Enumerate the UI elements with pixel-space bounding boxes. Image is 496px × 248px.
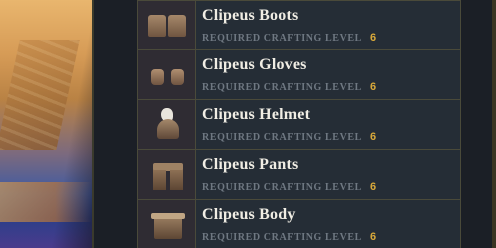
- required-level-row: REQUIRED CRAFTING LEVEL 6: [202, 32, 376, 44]
- item-name: Clipeus Pants: [202, 156, 299, 173]
- item-info: Clipeus Body REQUIRED CRAFTING LEVEL 6: [196, 200, 376, 248]
- recipe-item-clipeus-boots[interactable]: Clipeus Boots REQUIRED CRAFTING LEVEL 6: [137, 0, 461, 50]
- required-level-value: 6: [369, 181, 377, 193]
- panel-divider: [92, 0, 94, 248]
- item-name: Clipeus Body: [202, 206, 296, 223]
- recipe-item-clipeus-pants[interactable]: Clipeus Pants REQUIRED CRAFTING LEVEL 6: [137, 150, 461, 200]
- item-info: Clipeus Boots REQUIRED CRAFTING LEVEL 6: [196, 1, 376, 49]
- boots-icon: [145, 7, 189, 43]
- item-info: Clipeus Pants REQUIRED CRAFTING LEVEL 6: [196, 150, 376, 199]
- required-level-label: REQUIRED CRAFTING LEVEL: [202, 181, 362, 193]
- item-info: Clipeus Gloves REQUIRED CRAFTING LEVEL 6: [196, 50, 376, 99]
- required-level-row: REQUIRED CRAFTING LEVEL 6: [202, 131, 376, 143]
- helmet-icon: [145, 107, 189, 143]
- item-name: Clipeus Helmet: [202, 106, 311, 123]
- item-name: Clipeus Gloves: [202, 56, 307, 73]
- item-thumbnail: [138, 200, 196, 248]
- required-level-value: 6: [369, 131, 377, 143]
- required-level-row: REQUIRED CRAFTING LEVEL 6: [202, 231, 376, 243]
- gloves-icon: [145, 57, 189, 93]
- item-thumbnail: [138, 50, 196, 99]
- item-thumbnail: [138, 150, 196, 199]
- required-level-label: REQUIRED CRAFTING LEVEL: [202, 231, 362, 243]
- required-level-value: 6: [369, 32, 377, 44]
- item-thumbnail: [138, 1, 196, 49]
- required-level-value: 6: [369, 231, 377, 243]
- required-level-row: REQUIRED CRAFTING LEVEL 6: [202, 81, 376, 93]
- background-art: [0, 0, 92, 248]
- required-level-row: REQUIRED CRAFTING LEVEL 6: [202, 181, 376, 193]
- required-level-label: REQUIRED CRAFTING LEVEL: [202, 81, 362, 93]
- scrollbar[interactable]: [492, 0, 496, 248]
- body-armor-icon: [145, 207, 189, 243]
- item-thumbnail: [138, 100, 196, 149]
- required-level-label: REQUIRED CRAFTING LEVEL: [202, 32, 362, 44]
- item-info: Clipeus Helmet REQUIRED CRAFTING LEVEL 6: [196, 100, 376, 149]
- recipe-item-clipeus-helmet[interactable]: Clipeus Helmet REQUIRED CRAFTING LEVEL 6: [137, 100, 461, 150]
- recipe-item-clipeus-gloves[interactable]: Clipeus Gloves REQUIRED CRAFTING LEVEL 6: [137, 50, 461, 100]
- pants-icon: [145, 157, 189, 193]
- crafting-recipe-list: Clipeus Boots REQUIRED CRAFTING LEVEL 6 …: [137, 0, 461, 248]
- required-level-label: REQUIRED CRAFTING LEVEL: [202, 131, 362, 143]
- required-level-value: 6: [369, 81, 377, 93]
- item-name: Clipeus Boots: [202, 7, 299, 24]
- recipe-item-clipeus-body[interactable]: Clipeus Body REQUIRED CRAFTING LEVEL 6: [137, 200, 461, 248]
